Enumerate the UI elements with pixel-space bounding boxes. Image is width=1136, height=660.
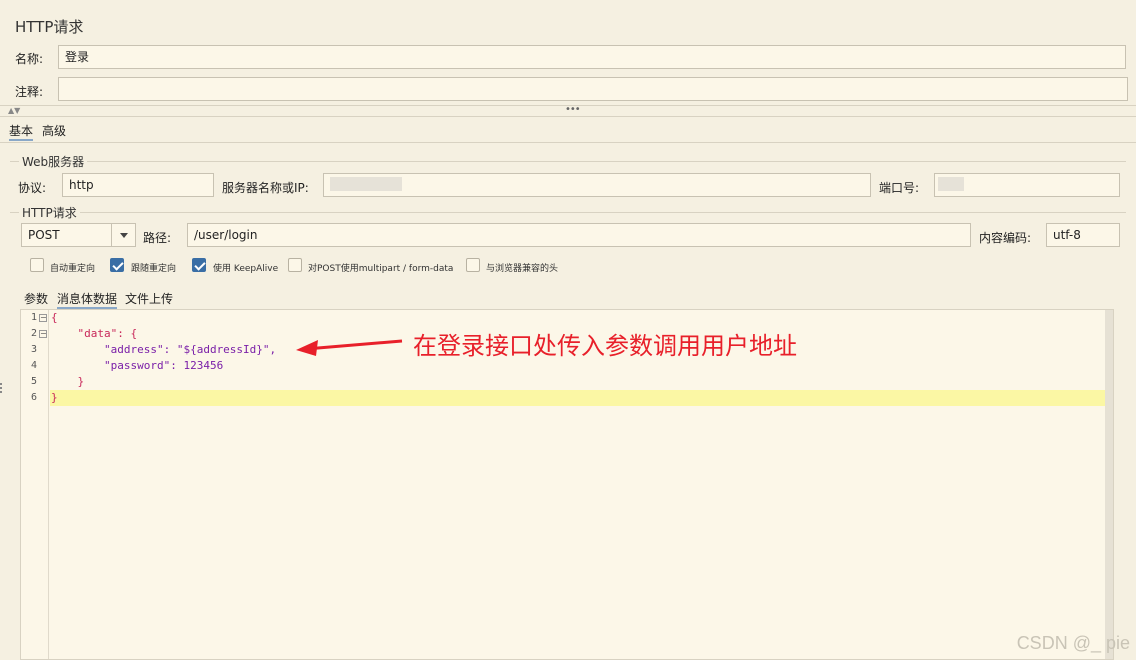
splitter-handle-icon[interactable]: ••• [565, 104, 581, 115]
encoding-label: 内容编码: [979, 231, 1032, 245]
multipart-checkbox[interactable] [288, 258, 302, 272]
tab-parameters[interactable]: 参数 [24, 290, 48, 307]
tab-file-upload[interactable]: 文件上传 [125, 290, 173, 307]
collapse-arrows-icon[interactable]: ▲▼ [8, 106, 20, 115]
browser-headers-label: 与浏览器兼容的头 [486, 264, 559, 274]
keepalive-checkbox[interactable] [192, 258, 206, 272]
keepalive-label: 使用 KeepAlive [213, 264, 279, 274]
path-field[interactable]: /user/login [187, 223, 971, 247]
body-editor[interactable]: 1 − 2 − 3 4 5 6 { "data": { "address": "… [20, 309, 1114, 660]
code-line: "data": { [51, 327, 138, 340]
name-field[interactable]: 登录 [58, 45, 1126, 69]
method-value: POST [28, 228, 60, 242]
tab-advanced[interactable]: 高级 [42, 122, 66, 139]
protocol-field[interactable]: http [62, 173, 214, 197]
line-gutter: 1 − 2 − 3 4 5 6 [21, 310, 49, 659]
code-line: "address": "${addressId}", [51, 343, 277, 356]
line-number: 1 [30, 312, 37, 323]
server-field[interactable] [323, 173, 871, 197]
line-number: 3 [30, 344, 37, 355]
server-label: 服务器名称或IP: [222, 181, 309, 195]
tab-body-data[interactable]: 消息体数据 [57, 290, 118, 309]
redacted-server [330, 177, 402, 191]
method-select[interactable]: POST [21, 223, 136, 247]
line-number: 4 [30, 360, 37, 371]
follow-redirect-checkbox[interactable] [110, 258, 124, 272]
panel-title: HTTP请求 [15, 18, 84, 36]
auto-redirect-label: 自动重定向 [50, 264, 96, 274]
name-label: 名称: [15, 52, 44, 66]
comment-field[interactable] [58, 77, 1128, 101]
editor-scrollbar[interactable] [1105, 310, 1113, 659]
web-server-legend: Web服务器 [19, 153, 88, 170]
encoding-field[interactable]: utf-8 [1046, 223, 1120, 247]
code-line: } [51, 375, 85, 388]
code-line: { [51, 311, 58, 324]
browser-headers-checkbox[interactable] [466, 258, 480, 272]
path-label: 路径: [143, 231, 172, 245]
follow-redirect-label: 跟随重定向 [131, 264, 177, 274]
current-line-highlight [50, 390, 1113, 406]
line-number: 2 [30, 328, 37, 339]
fold-icon[interactable]: − [39, 330, 47, 338]
tab-basic[interactable]: 基本 [9, 122, 34, 141]
annotation-text: 在登录接口处传入参数调用用户地址 [413, 332, 797, 360]
redacted-port [938, 177, 964, 191]
multipart-label: 对POST使用multipart / form-data [308, 264, 454, 274]
annotation-arrow-icon [296, 339, 403, 356]
line-number: 5 [30, 376, 37, 387]
code-line: "password": 123456 [51, 359, 224, 372]
port-label: 端口号: [879, 181, 920, 195]
line-number: 6 [30, 392, 37, 403]
auto-redirect-checkbox[interactable] [30, 258, 44, 272]
code-line: } [51, 391, 58, 404]
resize-handle[interactable] [0, 383, 3, 393]
watermark: CSDN @_ pie [1016, 633, 1130, 653]
chevron-down-icon[interactable] [111, 224, 135, 246]
http-request-legend: HTTP请求 [19, 204, 80, 221]
fold-icon[interactable]: − [39, 314, 47, 322]
protocol-label: 协议: [18, 181, 47, 195]
comment-label: 注释: [15, 85, 44, 99]
